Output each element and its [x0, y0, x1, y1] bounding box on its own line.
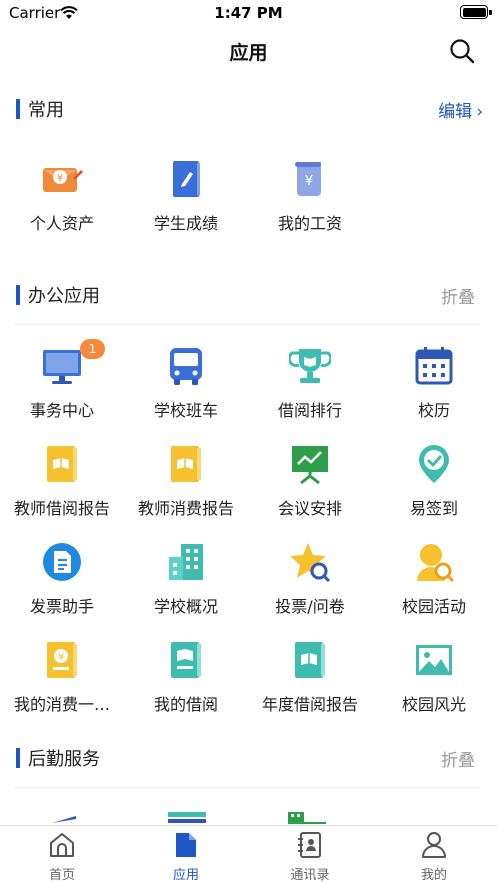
- page-title: 应用: [229, 42, 268, 64]
- calendar-icon: [413, 345, 455, 387]
- app-item-student-grades[interactable]: 学生成绩: [124, 158, 248, 248]
- battery-icon: [460, 5, 492, 19]
- logistics-icon-peek: [52, 816, 76, 823]
- annual-report-icon: [289, 639, 331, 681]
- app-item-building[interactable]: 学校概况: [124, 541, 248, 631]
- logistics-icon-peek: [168, 812, 206, 823]
- app-item-book-report[interactable]: 教师借阅报告: [0, 443, 124, 533]
- tab-label-profile: 我的: [420, 868, 447, 883]
- tab-label-home: 首页: [48, 868, 75, 883]
- student-grades-icon: [165, 158, 207, 200]
- app-item-label: 学校班车: [153, 401, 218, 420]
- app-item-presentation[interactable]: 会议安排: [248, 443, 372, 533]
- app-item-label: 教师借阅报告: [13, 499, 110, 518]
- app-item-label: 借阅排行: [277, 401, 342, 420]
- app-item-label: 校园活动: [401, 597, 466, 616]
- status-bar: Carrier 1:47 PM: [0, 0, 497, 26]
- app-item-calendar[interactable]: 校历: [372, 345, 496, 435]
- app-item-invoice[interactable]: 发票助手: [0, 541, 124, 631]
- apps-icon: [172, 831, 200, 859]
- tab-label-contacts: 通讯录: [290, 868, 330, 883]
- app-item-scenery[interactable]: 校园风光: [372, 639, 496, 729]
- app-item-my-borrow[interactable]: 我的借阅: [124, 639, 248, 729]
- app-item-label: 我的工资: [277, 214, 342, 233]
- location-check-icon: [413, 443, 455, 485]
- app-item-label: 年度借阅报告: [261, 695, 358, 714]
- chevron-right-icon: ›: [476, 102, 483, 122]
- section-title-office: 办公应用: [28, 286, 100, 307]
- section-header-common: 常用 编辑 ›: [0, 95, 497, 125]
- app-item-label: 易签到: [409, 499, 458, 518]
- monitor-icon: [41, 345, 83, 387]
- contacts-icon: [296, 831, 324, 859]
- app-item-consumption-report[interactable]: 教师消费报告: [124, 443, 248, 533]
- consumption-report-icon: [165, 443, 207, 485]
- home-icon: [48, 831, 76, 859]
- app-item-monitor[interactable]: 1 事务中心: [0, 339, 124, 435]
- app-item-label: 我的借阅: [153, 695, 218, 714]
- svg-text:¥: ¥: [57, 173, 63, 184]
- app-item-consumption[interactable]: ¥ 我的消费一…: [0, 639, 124, 729]
- app-item-personal-assets[interactable]: ¥ 个人资产: [0, 158, 124, 248]
- trophy-icon: [287, 345, 333, 387]
- logistics-icon-peek: [288, 812, 326, 824]
- edit-label: 编辑: [438, 102, 473, 122]
- app-item-annual-report[interactable]: 年度借阅报告: [248, 639, 372, 729]
- app-item-label: 我的消费一…: [13, 695, 110, 714]
- app-item-label: 投票/问卷: [275, 597, 345, 616]
- app-item-label: 学生成绩: [153, 214, 218, 233]
- activity-icon: [413, 541, 455, 583]
- consumption-icon: ¥: [41, 639, 83, 681]
- app-item-trophy[interactable]: 借阅排行: [248, 345, 372, 435]
- star-vote-icon: [289, 541, 331, 583]
- app-item-label: 个人资产: [29, 214, 94, 233]
- app-item-star-vote[interactable]: 投票/问卷: [248, 541, 372, 631]
- tab-bar: 首页 应用 通讯录 我的: [0, 825, 497, 883]
- app-item-activity[interactable]: 校园活动: [372, 541, 496, 631]
- edit-button[interactable]: 编辑 ›: [438, 97, 483, 122]
- app-item-label: 校历: [417, 401, 450, 420]
- profile-icon: [420, 831, 448, 859]
- building-icon: [165, 541, 207, 583]
- divider: [14, 787, 481, 788]
- my-borrow-icon: [165, 639, 207, 681]
- app-item-label: 会议安排: [277, 499, 342, 518]
- personal-assets-icon: ¥: [41, 158, 83, 200]
- collapse-button-office[interactable]: 折叠: [441, 283, 475, 308]
- tab-home[interactable]: 首页: [0, 826, 124, 883]
- app-item-bus[interactable]: 学校班车: [124, 345, 248, 435]
- section-marker: [16, 285, 20, 305]
- app-item-location-check[interactable]: 易签到: [372, 443, 496, 533]
- tab-profile[interactable]: 我的: [372, 826, 496, 883]
- tab-label-apps: 应用: [172, 868, 199, 883]
- app-item-salary[interactable]: ¥ 我的工资: [248, 158, 372, 248]
- app-item-label: 发票助手: [29, 597, 94, 616]
- section-header-logistics: 后勤服务 折叠: [0, 744, 497, 774]
- svg-text:¥: ¥: [58, 652, 64, 663]
- book-report-icon: [41, 443, 83, 485]
- invoice-icon: [41, 541, 83, 583]
- app-item-label: 事务中心: [29, 401, 94, 420]
- app-item-label: 校园风光: [401, 695, 466, 714]
- tab-apps[interactable]: 应用: [124, 826, 248, 883]
- collapse-button-logistics[interactable]: 折叠: [441, 746, 475, 771]
- presentation-icon: [289, 443, 331, 485]
- bus-icon: [165, 345, 207, 387]
- divider: [14, 324, 481, 325]
- section-marker: [16, 99, 20, 119]
- section-marker: [16, 748, 20, 768]
- navigation-bar: 应用: [0, 26, 497, 76]
- search-icon[interactable]: [449, 38, 475, 64]
- section-title-logistics: 后勤服务: [28, 749, 100, 770]
- salary-icon: ¥: [289, 158, 331, 200]
- tab-contacts[interactable]: 通讯录: [248, 826, 372, 883]
- scenery-icon: [413, 639, 455, 681]
- section-header-office: 办公应用 折叠: [0, 281, 497, 311]
- app-item-label: 教师消费报告: [137, 499, 234, 518]
- app-item-label: 学校概况: [153, 597, 218, 616]
- notification-badge: 1: [80, 339, 105, 359]
- svg-text:¥: ¥: [305, 174, 313, 189]
- status-time: 1:47 PM: [214, 4, 283, 22]
- section-title-common: 常用: [28, 100, 64, 121]
